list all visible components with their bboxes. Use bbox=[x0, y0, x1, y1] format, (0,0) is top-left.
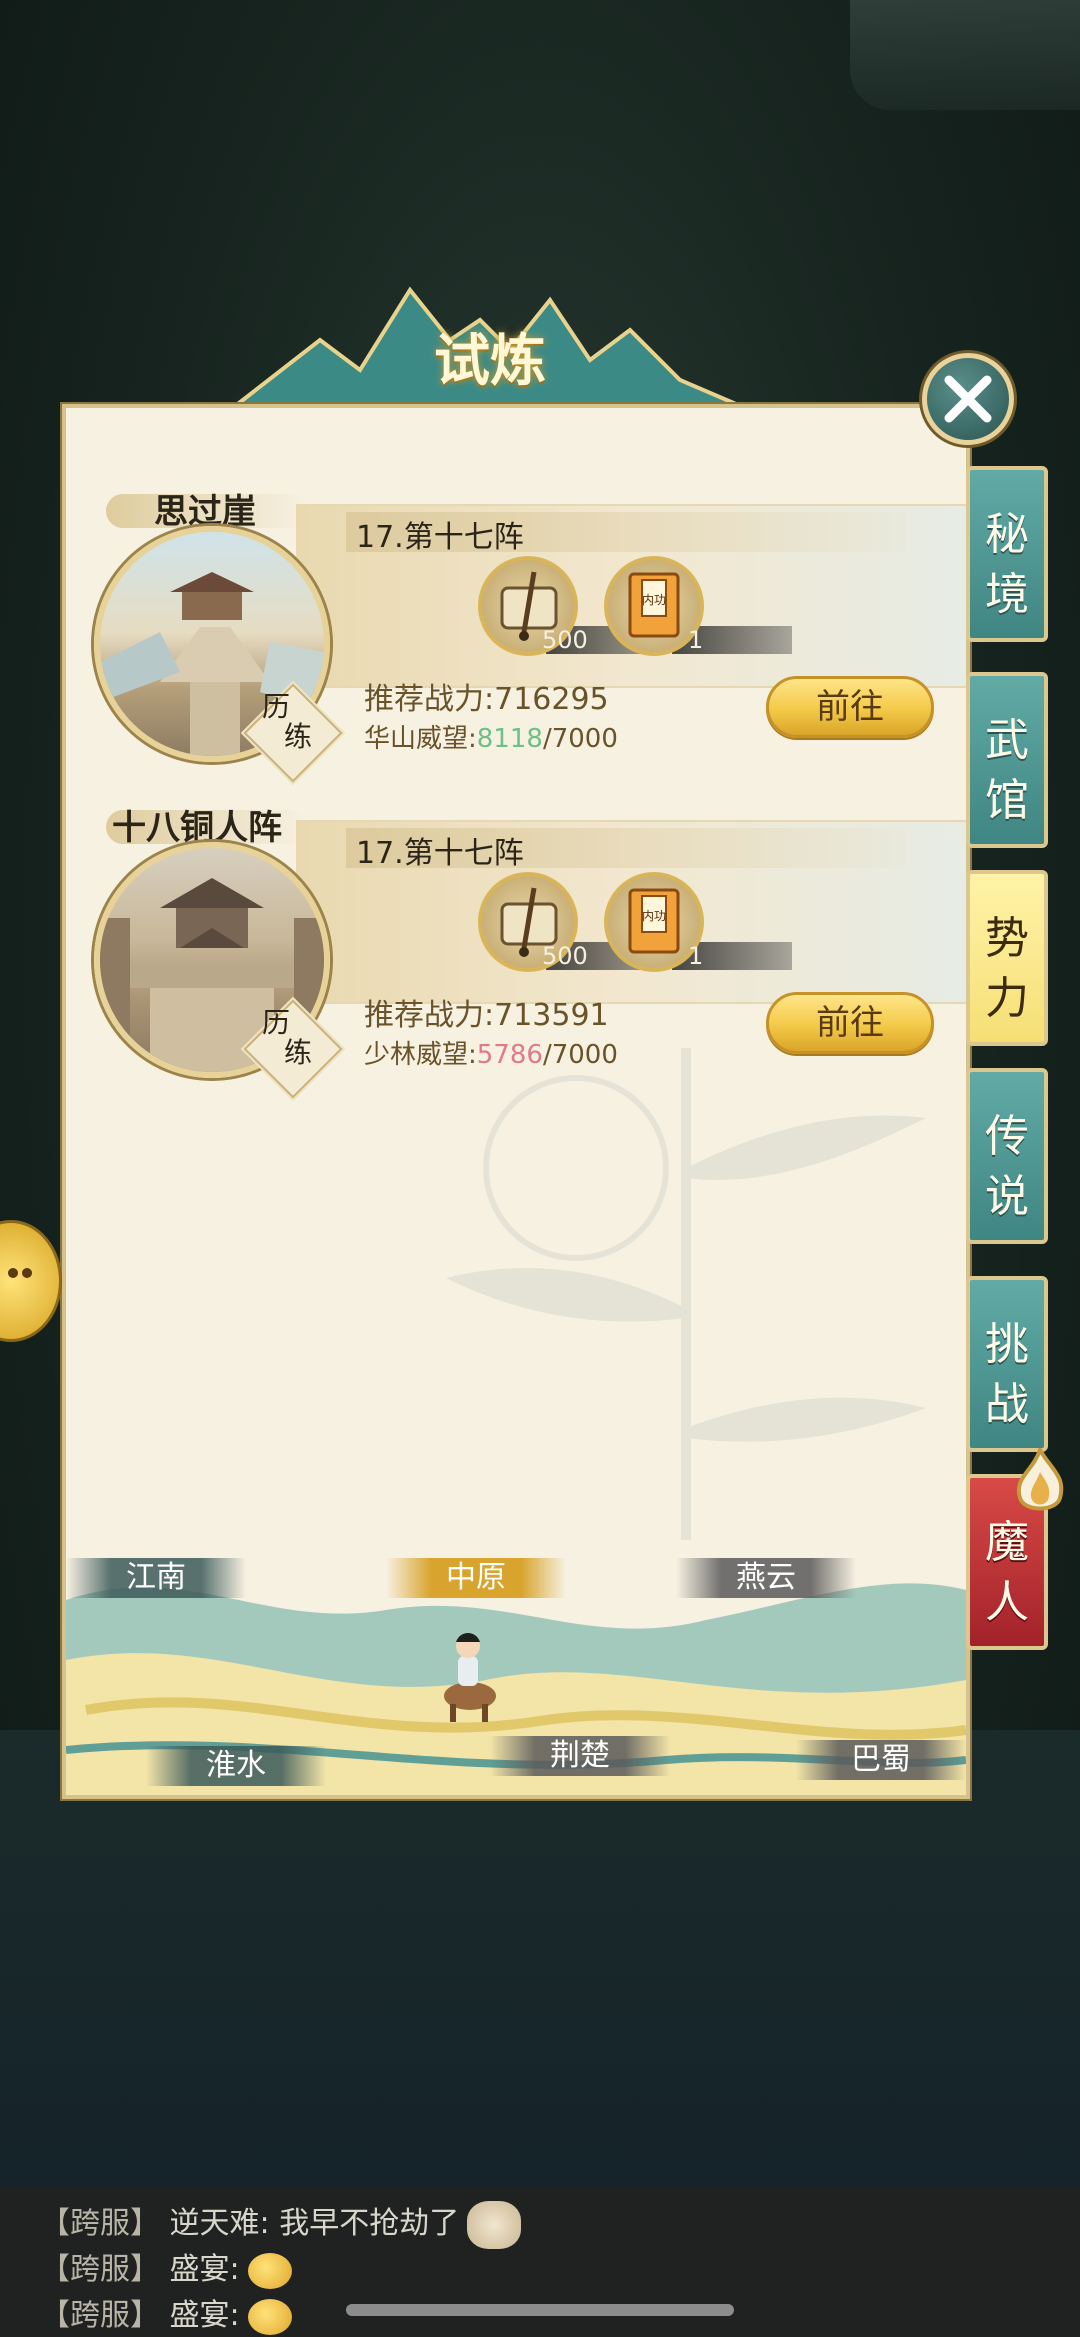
chat-message: 【跨服】 逆天难: 我早不抢劫了 bbox=[40, 2198, 522, 2249]
region-zhongyuan[interactable]: 中原 bbox=[386, 1558, 566, 1598]
close-button[interactable] bbox=[922, 353, 1014, 445]
close-icon bbox=[944, 375, 992, 423]
place-name: 十八铜人阵 bbox=[112, 808, 282, 848]
tab-tiaozhan[interactable]: 挑战 bbox=[966, 1276, 1048, 1452]
tab-chuanshuo[interactable]: 传说 bbox=[966, 1068, 1048, 1244]
tab-mijing[interactable]: 秘境 bbox=[966, 466, 1048, 642]
background-water bbox=[0, 1730, 1080, 2190]
region-map: 江南 中原 燕云 淮水 荆楚 巴蜀 bbox=[66, 1540, 966, 1795]
stage-name: 17.第十七阵 bbox=[356, 520, 524, 555]
prestige-current: 5786 bbox=[476, 1040, 543, 1070]
svg-text:内功: 内功 bbox=[642, 909, 666, 923]
reward-count: 1 bbox=[688, 942, 704, 970]
smile-emoji-icon bbox=[247, 2298, 292, 2335]
region-jingchu[interactable]: 荆楚 bbox=[490, 1736, 670, 1776]
chat-message: 【跨服】 盛宴: bbox=[40, 2244, 292, 2289]
chat-bar[interactable]: 【跨服】 逆天难: 我早不抢劫了 【跨服】 盛宴: 【跨服】 盛宴: bbox=[0, 2188, 1080, 2337]
cat-emoji-icon bbox=[467, 2200, 522, 2249]
chat-bubble-button[interactable] bbox=[0, 1220, 62, 1342]
background-building bbox=[850, 0, 1080, 110]
svg-text:内功: 内功 bbox=[642, 593, 666, 607]
neigong-book-icon: 内功 bbox=[628, 888, 680, 954]
training-tag-label: 历练 bbox=[262, 1006, 313, 1069]
region-yanyun[interactable]: 燕云 bbox=[676, 1558, 856, 1598]
smile-emoji-icon bbox=[247, 2252, 292, 2289]
recommended-power: 推荐战力:713591 bbox=[364, 998, 609, 1033]
chat-message: 【跨服】 盛宴: bbox=[40, 2290, 292, 2335]
chat-icon bbox=[8, 1268, 32, 1278]
page-title: 试炼 bbox=[434, 328, 546, 394]
trial-row: 17.第十七阵 思过崖 历练 500 内功 1 推荐战力:716295 华山威望… bbox=[66, 408, 966, 783]
flame-icon bbox=[1016, 1448, 1064, 1511]
home-indicator[interactable] bbox=[346, 2304, 734, 2316]
rider-avatar bbox=[444, 1633, 496, 1722]
tab-wuguan[interactable]: 武馆 bbox=[966, 672, 1048, 848]
tab-shili[interactable]: 势力 bbox=[966, 870, 1048, 1046]
region-bashu[interactable]: 巴蜀 bbox=[796, 1740, 966, 1780]
prestige: 少林威望:5786/7000 bbox=[364, 1040, 618, 1070]
trial-row: 17.第十七阵 十八铜人阵 历练 500 内功 1 推荐战力:713591 少林… bbox=[66, 724, 966, 1099]
recommended-power: 推荐战力:716295 bbox=[364, 682, 609, 717]
neigong-book-icon: 内功 bbox=[628, 572, 680, 638]
go-button[interactable]: 前往 bbox=[766, 992, 934, 1054]
reward-count: 500 bbox=[542, 626, 588, 654]
bamboo-watermark bbox=[446, 1048, 926, 1608]
region-jiangnan[interactable]: 江南 bbox=[66, 1558, 246, 1598]
region-huaishui[interactable]: 淮水 bbox=[146, 1746, 326, 1786]
stage-name: 17.第十七阵 bbox=[356, 836, 524, 871]
reward-count: 500 bbox=[542, 942, 588, 970]
reward-count: 1 bbox=[688, 626, 704, 654]
